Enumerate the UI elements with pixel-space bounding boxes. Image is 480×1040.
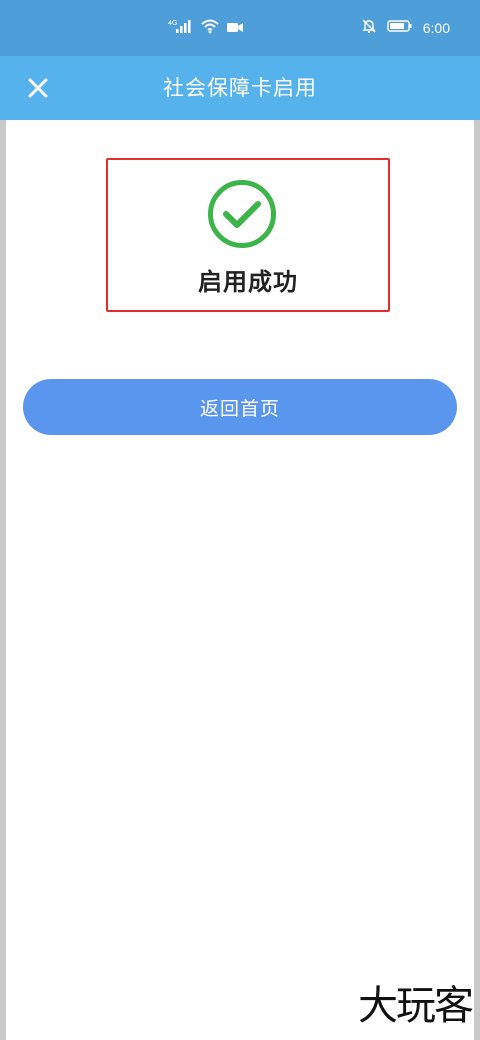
app-screen: 4G 6:00 社会保障卡启用 启用成功 返回首页 大玩客 <box>0 0 480 1040</box>
page-title: 社会保障卡启用 <box>163 76 317 100</box>
video-icon <box>226 19 244 38</box>
battery-icon <box>387 19 413 37</box>
screen-edge-left <box>0 0 6 1040</box>
bell-off-icon <box>361 18 377 38</box>
success-highlight-box: 启用成功 <box>106 158 390 312</box>
status-bar: 4G 6:00 <box>0 0 480 56</box>
return-home-button[interactable]: 返回首页 <box>23 379 457 435</box>
status-center-icons: 4G <box>168 0 244 56</box>
status-right-icons: 6:00 <box>361 0 450 56</box>
network-type-label: 4G <box>168 20 177 27</box>
check-circle-icon <box>208 180 276 248</box>
signal-icon: 4G <box>168 18 194 38</box>
nav-bar: 社会保障卡启用 <box>0 56 480 120</box>
screen-edge-right <box>474 0 480 1040</box>
wifi-icon <box>200 18 220 38</box>
watermark-text: 大玩客 <box>358 983 474 1029</box>
success-message: 启用成功 <box>198 268 298 296</box>
status-time: 6:00 <box>422 20 450 36</box>
